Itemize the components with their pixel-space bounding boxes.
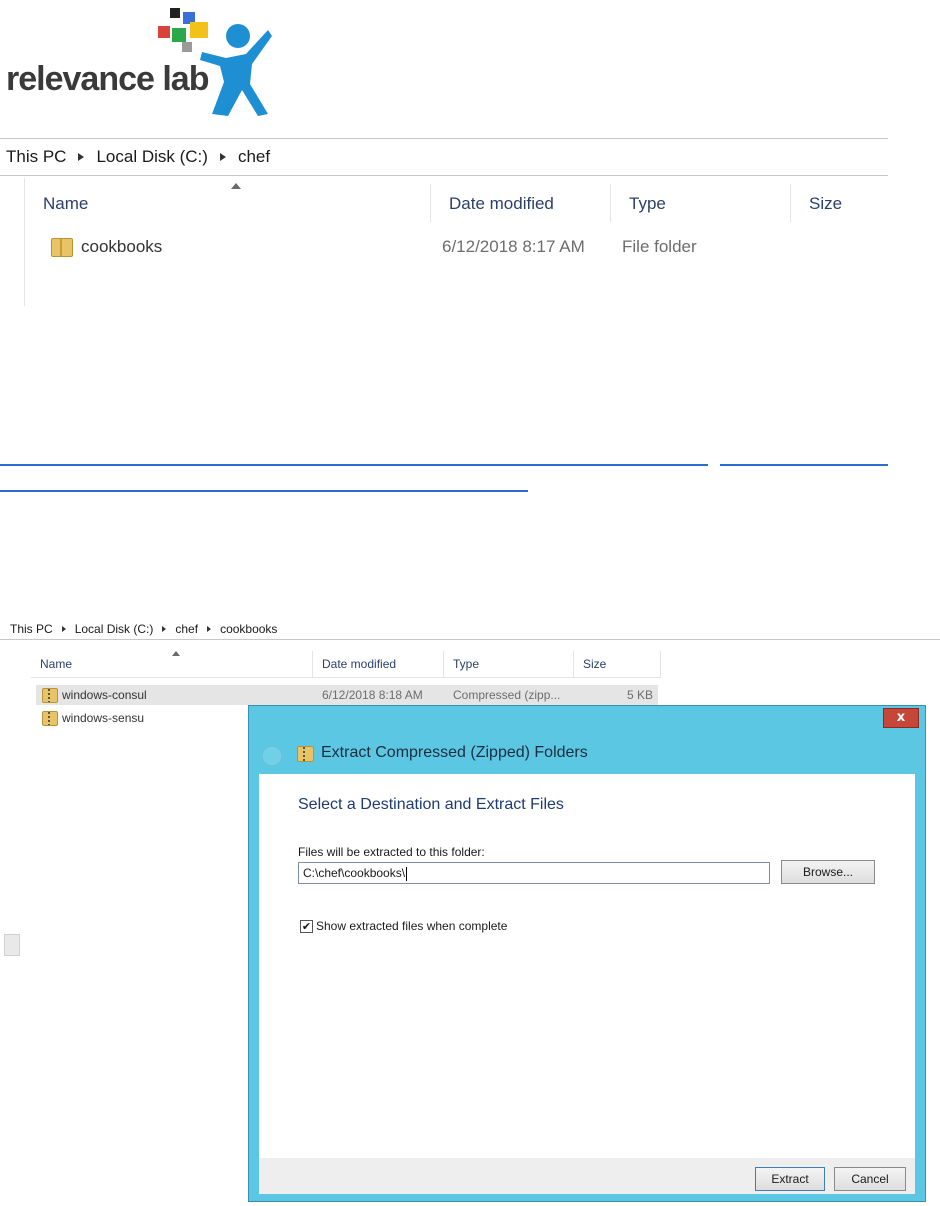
- destination-path-value: C:\chef\cookbooks\: [303, 866, 406, 880]
- zip-folder-icon: [297, 746, 314, 762]
- column-header-name[interactable]: Name: [31, 651, 313, 677]
- back-arrow-icon[interactable]: [263, 747, 281, 765]
- file-type: File folder: [622, 237, 697, 256]
- hyperlink-underline[interactable]: [720, 464, 888, 466]
- column-header-date-modified[interactable]: Date modified: [313, 651, 444, 677]
- dialog-body: Select a Destination and Extract Files F…: [259, 774, 915, 1158]
- column-header-type[interactable]: Type: [611, 184, 791, 222]
- zip-folder-icon: [42, 711, 58, 726]
- extract-dialog: x Extract Compressed (Zipped) Folders Se…: [248, 705, 926, 1202]
- breadcrumb-separator-icon[interactable]: [78, 153, 85, 161]
- file-date: 6/12/2018 8:18 AM: [322, 688, 423, 702]
- file-row-cookbooks[interactable]: cookbooks 6/12/2018 8:17 AM File folder: [25, 226, 888, 268]
- show-extracted-checkbox[interactable]: ✔: [300, 920, 313, 933]
- breadcrumb-separator-icon[interactable]: [207, 625, 212, 632]
- breadcrumb-separator-icon[interactable]: [219, 153, 226, 161]
- checkmark-icon: ✔: [301, 920, 312, 933]
- hyperlink-underline[interactable]: [0, 490, 528, 492]
- breadcrumb-chef[interactable]: chef: [175, 622, 198, 636]
- folder-icon: [51, 238, 73, 257]
- column-header-type[interactable]: Type: [444, 651, 574, 677]
- zip-folder-icon: [42, 688, 58, 703]
- close-button[interactable]: x: [883, 708, 919, 728]
- file-date: 6/12/2018 8:17 AM: [442, 237, 585, 256]
- destination-label: Files will be extracted to this folder:: [298, 845, 485, 859]
- column-header-date-modified[interactable]: Date modified: [431, 184, 611, 222]
- file-type: Compressed (zipp...: [453, 688, 561, 702]
- breadcrumb-this-pc[interactable]: This PC: [6, 147, 66, 167]
- dialog-footer: Extract Cancel: [259, 1158, 915, 1194]
- relevance-lab-logo: relevance lab: [6, 4, 276, 116]
- browse-button[interactable]: Browse...: [781, 860, 875, 884]
- column-header-size[interactable]: Size: [791, 184, 888, 222]
- column-headers: Name Date modified Type Size: [25, 183, 888, 222]
- scrollbar-thumb[interactable]: [4, 934, 20, 956]
- dialog-title: Extract Compressed (Zipped) Folders: [321, 744, 588, 761]
- breadcrumb-this-pc[interactable]: This PC: [10, 622, 53, 636]
- extract-button[interactable]: Extract: [755, 1167, 825, 1191]
- destination-path-input[interactable]: C:\chef\cookbooks\: [298, 862, 770, 884]
- navigation-pane: [0, 178, 25, 306]
- column-header-name[interactable]: Name: [25, 184, 431, 222]
- hyperlink-underline[interactable]: [0, 464, 708, 466]
- column-header-size[interactable]: Size: [574, 651, 661, 677]
- file-row-windows-consul[interactable]: windows-consul 6/12/2018 8:18 AM Compres…: [36, 685, 658, 705]
- breadcrumb-cookbooks[interactable]: cookbooks: [220, 622, 277, 636]
- text-caret: [406, 866, 408, 881]
- address-bar[interactable]: This PC Local Disk (C:) chef cookbooks: [0, 618, 940, 640]
- breadcrumb-local-disk[interactable]: Local Disk (C:): [96, 147, 207, 167]
- dialog-heading: Select a Destination and Extract Files: [298, 796, 564, 813]
- address-bar[interactable]: This PC Local Disk (C:) chef: [0, 138, 888, 176]
- breadcrumb-separator-icon[interactable]: [162, 625, 167, 632]
- file-name: cookbooks: [81, 237, 163, 256]
- logo-text: relevance lab: [6, 60, 209, 98]
- show-extracted-label[interactable]: Show extracted files when complete: [316, 919, 507, 933]
- file-name: windows-sensu: [62, 711, 145, 725]
- column-headers: Name Date modified Type Size: [31, 651, 661, 678]
- breadcrumb-local-disk[interactable]: Local Disk (C:): [75, 622, 154, 636]
- breadcrumb-chef[interactable]: chef: [238, 147, 270, 167]
- file-size: 5 KB: [627, 688, 654, 702]
- file-name: windows-consul: [62, 688, 147, 702]
- dialog-titlebar: Extract Compressed (Zipped) Folders: [249, 732, 925, 776]
- breadcrumb-separator-icon[interactable]: [61, 625, 66, 632]
- cancel-button[interactable]: Cancel: [834, 1167, 906, 1191]
